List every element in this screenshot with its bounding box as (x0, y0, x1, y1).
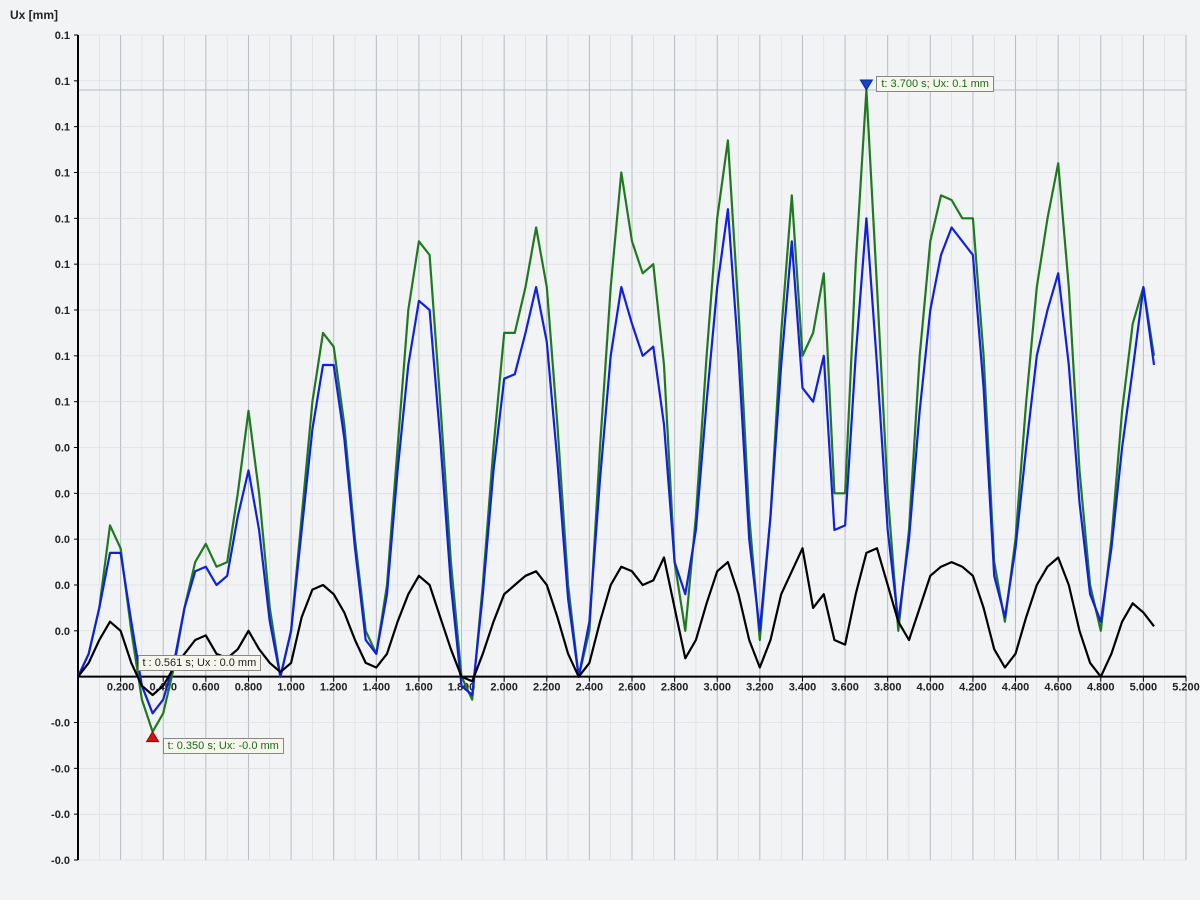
svg-text:-0.0: -0.0 (51, 718, 70, 730)
svg-text:0.0: 0.0 (55, 580, 70, 592)
svg-text:0.1: 0.1 (55, 213, 70, 225)
annotation-label: t: 0.350 s; Ux: -0.0 mm (163, 738, 284, 754)
chart-container: Ux [mm] 0.200 0.400 0.600 0.800 1.000 1.200 1.… (0, 0, 1200, 900)
svg-text:3.000: 3.000 (703, 682, 731, 694)
svg-text:0.1: 0.1 (55, 305, 70, 317)
svg-text:0.800: 0.800 (235, 682, 263, 694)
svg-text:1.200: 1.200 (320, 682, 348, 694)
svg-text:-0.0: -0.0 (51, 809, 70, 821)
svg-text:5.200: 5.200 (1172, 682, 1200, 694)
svg-text:4.400: 4.400 (1002, 682, 1030, 694)
svg-text:2.400: 2.400 (576, 682, 604, 694)
svg-text:0.1: 0.1 (55, 76, 70, 88)
y-axis-label: Ux [mm] (10, 8, 58, 22)
svg-text:3.200: 3.200 (746, 682, 774, 694)
svg-text:2.200: 2.200 (533, 682, 561, 694)
svg-text:2.000: 2.000 (490, 682, 518, 694)
svg-text:3.800: 3.800 (874, 682, 902, 694)
annotation-label: t: 3.700 s; Ux: 0.1 mm (876, 76, 994, 92)
svg-text:0.0: 0.0 (55, 488, 70, 500)
svg-text:0.0: 0.0 (55, 626, 70, 638)
svg-text:4.000: 4.000 (917, 682, 945, 694)
svg-text:1.400: 1.400 (363, 682, 391, 694)
svg-text:0.1: 0.1 (55, 30, 70, 42)
svg-text:0.200: 0.200 (107, 682, 135, 694)
svg-text:4.200: 4.200 (959, 682, 987, 694)
svg-text:5.000: 5.000 (1130, 682, 1158, 694)
svg-text:4.600: 4.600 (1044, 682, 1072, 694)
svg-text:0.1: 0.1 (55, 397, 70, 409)
svg-text:0.600: 0.600 (192, 682, 220, 694)
svg-text:2.600: 2.600 (618, 682, 646, 694)
svg-text:3.400: 3.400 (789, 682, 817, 694)
svg-text:2.800: 2.800 (661, 682, 689, 694)
svg-text:0.1: 0.1 (55, 351, 70, 363)
svg-text:-0.0: -0.0 (51, 855, 70, 867)
svg-text:0.1: 0.1 (55, 122, 70, 134)
svg-text:1.600: 1.600 (405, 682, 433, 694)
svg-text:0.1: 0.1 (55, 259, 70, 271)
svg-text:3.600: 3.600 (831, 682, 859, 694)
annotation-label: t : 0.561 s; Ux : 0.0 mm (138, 655, 262, 671)
svg-text:0.1: 0.1 (55, 168, 70, 180)
line-chart[interactable]: 0.200 0.400 0.600 0.800 1.000 1.200 1.400 1.600… (0, 0, 1200, 900)
svg-text:0.0: 0.0 (55, 443, 70, 455)
svg-text:0.400: 0.400 (149, 682, 177, 694)
svg-text:1.000: 1.000 (277, 682, 305, 694)
svg-text:4.800: 4.800 (1087, 682, 1115, 694)
svg-text:0.0: 0.0 (55, 534, 70, 546)
svg-text:-0.0: -0.0 (51, 763, 70, 775)
